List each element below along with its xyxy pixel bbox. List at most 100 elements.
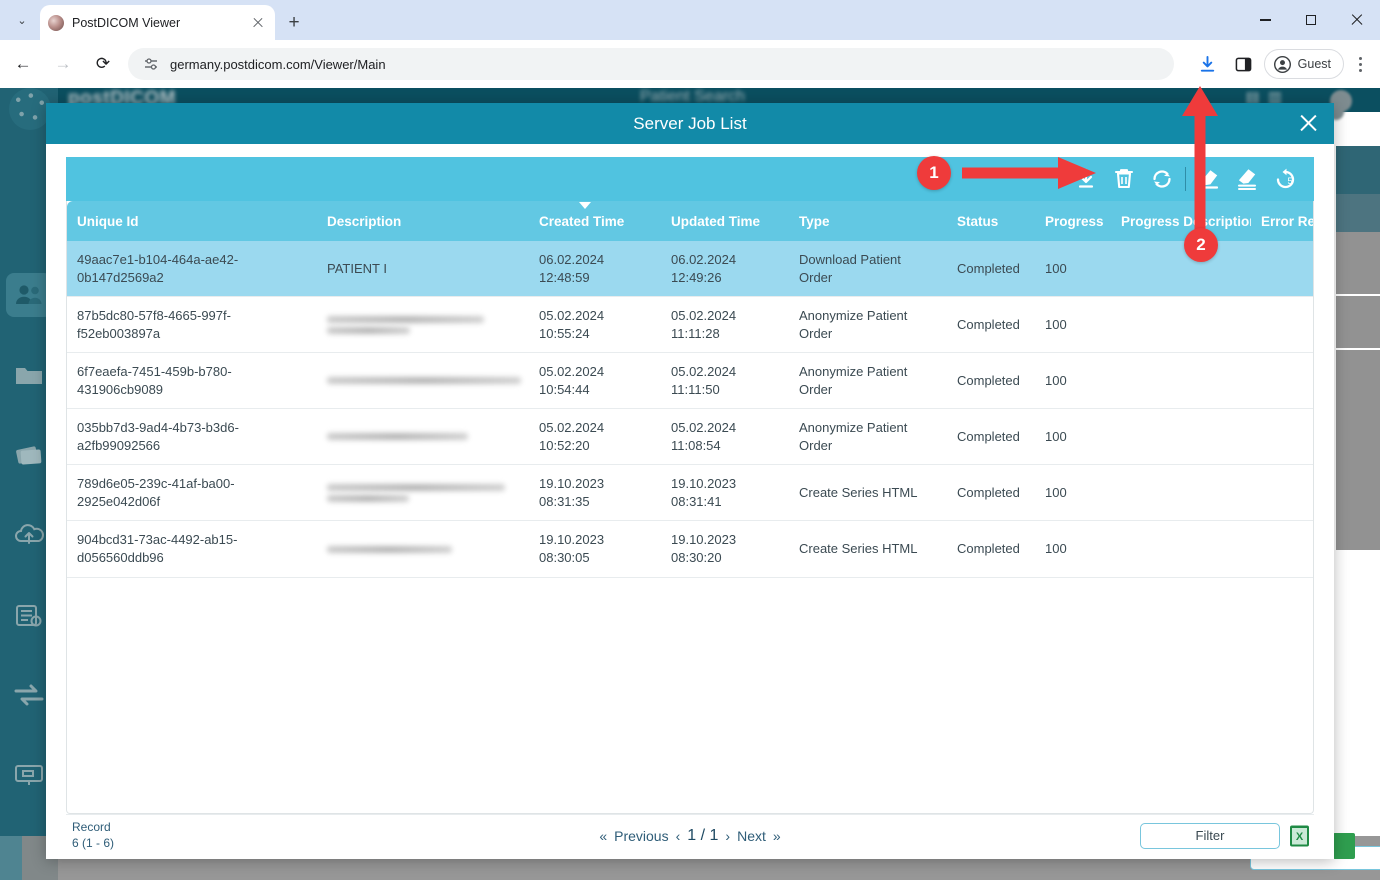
table-row[interactable]: 789d6e05-239c-41af-ba00-2925e042d06f 19.1…	[67, 465, 1314, 521]
window-close-button[interactable]	[1334, 0, 1380, 40]
cell-progress-description	[1111, 241, 1251, 297]
browser-download-icon[interactable]	[1192, 48, 1224, 80]
svg-text:X: X	[1295, 831, 1303, 843]
minimize-icon	[1260, 19, 1271, 20]
refresh-jobs-button[interactable]	[1143, 160, 1181, 198]
cell-updated-time: 05.02.202411:08:54	[661, 409, 789, 465]
job-list-grid: Unique Id Description Created Time Updat…	[66, 201, 1314, 814]
cell-progress-description	[1111, 465, 1251, 521]
delete-jobs-button[interactable]	[1105, 160, 1143, 198]
close-icon	[1350, 13, 1364, 27]
column-header-description[interactable]: Description	[317, 201, 529, 241]
report-list-icon	[14, 603, 44, 628]
next-page-button[interactable]: Next	[737, 828, 766, 844]
avatar-icon	[1273, 55, 1292, 74]
browser-actions: Guest	[1192, 48, 1372, 80]
cell-status: Completed	[947, 465, 1035, 521]
redacted-text	[327, 433, 468, 440]
cell-type: Anonymize Patient Order	[789, 297, 947, 353]
column-header-status[interactable]: Status	[947, 201, 1035, 241]
bg-panel	[1336, 296, 1380, 348]
remote-screen-icon	[13, 762, 45, 788]
window-maximize-button[interactable]	[1288, 0, 1334, 40]
cell-progress-description	[1111, 297, 1251, 353]
reload-button[interactable]: ⟳	[86, 47, 120, 81]
address-bar[interactable]: germany.postdicom.com/Viewer/Main	[128, 48, 1174, 80]
maximize-icon	[1306, 15, 1316, 25]
column-header-unique-id[interactable]: Unique Id	[67, 201, 317, 241]
cell-description	[317, 465, 529, 521]
cloud-upload-icon	[13, 523, 45, 547]
window-controls	[1242, 0, 1380, 40]
browser-tab-strip: ⌄ PostDICOM Viewer +	[0, 0, 1380, 40]
window-minimize-button[interactable]	[1242, 0, 1288, 40]
tab-close-icon[interactable]	[249, 14, 267, 32]
column-header-error-reason[interactable]: Error Reason	[1251, 201, 1314, 241]
clear-completed-button[interactable]	[1190, 160, 1228, 198]
grid-toolbar: 5	[66, 157, 1314, 201]
table-row[interactable]: 87b5dc80-57f8-4665-997f-f52eb003897a05.0…	[67, 297, 1314, 353]
cell-description	[317, 353, 529, 409]
filter-button[interactable]: Filter	[1140, 823, 1280, 849]
cell-updated-time: 05.02.202411:11:50	[661, 353, 789, 409]
table-row[interactable]: 904bcd31-73ac-4492-ab15-d056560ddb9619.1…	[67, 521, 1314, 577]
back-button[interactable]: ←	[6, 47, 40, 81]
cell-error-reason	[1251, 297, 1314, 353]
table-row[interactable]: 035bb7d3-9ad4-4b73-b3d6-a2fb99092566 05.0…	[67, 409, 1314, 465]
record-label: Record	[72, 820, 114, 836]
cell-updated-time: 19.10.202308:30:20	[661, 521, 789, 577]
page-indicator: 1 / 1	[687, 827, 718, 845]
redacted-text	[327, 327, 410, 334]
cell-created-time: 19.10.202308:31:35	[529, 465, 661, 521]
cell-status: Completed	[947, 353, 1035, 409]
dialog-close-button[interactable]	[1294, 109, 1322, 137]
cell-progress: 100	[1035, 409, 1111, 465]
server-job-list-dialog: Server Job List	[46, 103, 1334, 859]
column-header-progress[interactable]: Progress	[1035, 201, 1111, 241]
side-panel-icon[interactable]	[1228, 48, 1260, 80]
cell-progress: 100	[1035, 297, 1111, 353]
table-row[interactable]: 6f7eaefa-7451-459b-b780-431906cb9089 05.0…	[67, 353, 1314, 409]
column-header-progress-description[interactable]: Progress Description	[1111, 201, 1251, 241]
excel-export-button[interactable]: X	[1288, 824, 1310, 848]
site-settings-icon[interactable]	[142, 55, 160, 73]
cell-description	[317, 409, 529, 465]
first-page-button[interactable]: «	[599, 828, 607, 844]
cell-created-time: 19.10.202308:30:05	[529, 521, 661, 577]
cell-status: Completed	[947, 241, 1035, 297]
prev-arrow-button[interactable]: ‹	[676, 828, 681, 844]
column-header-updated-time[interactable]: Updated Time	[661, 201, 789, 241]
cell-description: PATIENT I	[317, 241, 529, 297]
cell-description	[317, 521, 529, 577]
cell-type: Create Series HTML	[789, 465, 947, 521]
browser-tab[interactable]: PostDICOM Viewer	[40, 5, 275, 40]
browser-menu-icon[interactable]	[1348, 52, 1372, 76]
cell-progress: 100	[1035, 521, 1111, 577]
table-row[interactable]: 49aac7e1-b104-464a-ae42-0b147d2569a2PATI…	[67, 241, 1314, 297]
last-page-button[interactable]: »	[773, 828, 781, 844]
forward-button[interactable]: →	[46, 47, 80, 81]
profile-button[interactable]: Guest	[1264, 49, 1344, 79]
cell-updated-time: 19.10.202308:31:41	[661, 465, 789, 521]
next-arrow-button[interactable]: ›	[725, 828, 730, 844]
dialog-title: Server Job List	[633, 114, 746, 134]
column-header-created-time[interactable]: Created Time	[529, 201, 661, 241]
favicon-icon	[48, 15, 64, 31]
excel-export-icon: X	[1289, 824, 1310, 848]
sort-descending-icon	[579, 202, 591, 209]
redacted-text	[327, 316, 484, 323]
download-jobs-button[interactable]	[1067, 160, 1105, 198]
cell-unique-id: 035bb7d3-9ad4-4b73-b3d6-a2fb99092566	[67, 409, 317, 465]
cell-unique-id: 789d6e05-239c-41af-ba00-2925e042d06f	[67, 465, 317, 521]
tab-search-chevron-icon[interactable]: ⌄	[8, 6, 36, 34]
cell-error-reason	[1251, 241, 1314, 297]
new-tab-button[interactable]: +	[282, 10, 306, 34]
column-header-type[interactable]: Type	[789, 201, 947, 241]
cell-progress-description	[1111, 521, 1251, 577]
cell-unique-id: 6f7eaefa-7451-459b-b780-431906cb9089	[67, 353, 317, 409]
cell-type: Anonymize Patient Order	[789, 409, 947, 465]
previous-page-button[interactable]: Previous	[614, 828, 668, 844]
cell-error-reason	[1251, 353, 1314, 409]
reset-5-days-button[interactable]: 5	[1266, 160, 1304, 198]
clear-all-button[interactable]	[1228, 160, 1266, 198]
